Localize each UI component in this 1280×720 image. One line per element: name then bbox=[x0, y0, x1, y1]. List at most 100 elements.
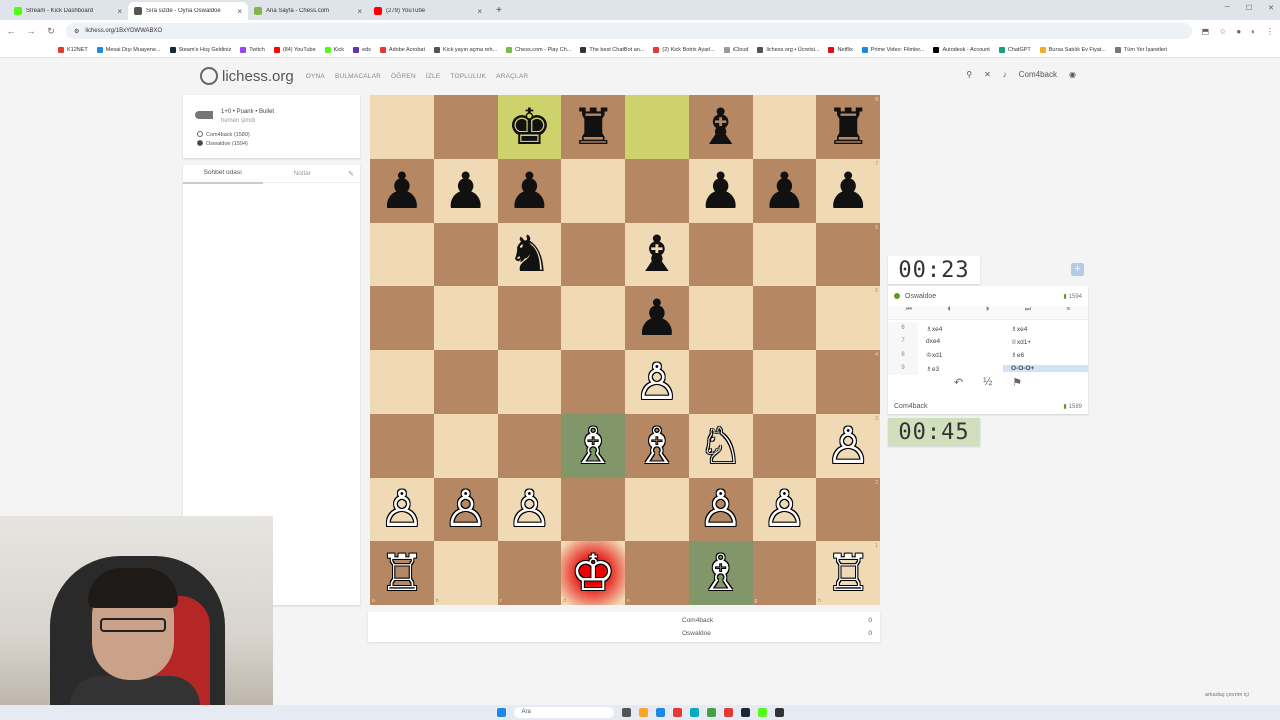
browser-menu-icon[interactable]: ⋮ bbox=[1266, 27, 1274, 36]
url-field[interactable]: ⚙ lichess.org/1BxYDWWABXO bbox=[66, 23, 1192, 39]
square-d5[interactable] bbox=[561, 286, 625, 350]
last-move-icon[interactable]: ⏭ bbox=[1025, 306, 1031, 319]
square-b6[interactable] bbox=[433, 222, 498, 287]
lichess-logo[interactable]: lichess.org bbox=[200, 67, 294, 85]
square-b1[interactable]: b bbox=[433, 541, 498, 605]
opera-icon[interactable] bbox=[723, 708, 733, 717]
resign-flag-icon[interactable]: ⚑ bbox=[1012, 376, 1022, 389]
chrome-icon[interactable] bbox=[672, 708, 682, 717]
black-piece-icon[interactable]: ♝ bbox=[634, 229, 679, 279]
white-player-row[interactable]: Com4back (1589) bbox=[197, 131, 250, 140]
bookmark-star-icon[interactable]: ☆ bbox=[1219, 27, 1226, 36]
square-a3[interactable] bbox=[370, 413, 434, 478]
browser-tab[interactable]: Sıra sizde - Oyna Oswaldoe × bbox=[128, 2, 248, 20]
reload-icon[interactable]: ↻ bbox=[46, 26, 56, 37]
square-b2[interactable]: ♙ bbox=[433, 477, 498, 542]
first-move-icon[interactable]: ⏮ bbox=[906, 306, 912, 319]
black-piece-icon[interactable]: ♚ bbox=[507, 102, 552, 152]
square-c8[interactable]: ♚ bbox=[497, 95, 562, 159]
square-d1[interactable]: ♔ d bbox=[561, 541, 625, 605]
white-move[interactable]: ♗e3 bbox=[918, 365, 1003, 373]
square-d6[interactable] bbox=[561, 222, 625, 287]
square-d8[interactable]: ♜ bbox=[561, 95, 625, 159]
minimize-icon[interactable]: ─ bbox=[1225, 4, 1230, 12]
square-c3[interactable] bbox=[497, 413, 562, 478]
square-h5[interactable]: 5 bbox=[816, 286, 880, 350]
square-a5[interactable] bbox=[370, 286, 434, 350]
bookmark-item[interactable]: eds bbox=[353, 46, 371, 53]
nav-play[interactable]: OYNA bbox=[306, 73, 325, 80]
black-piece-icon[interactable]: ♜ bbox=[826, 102, 871, 152]
task-view-icon[interactable] bbox=[621, 708, 631, 717]
black-piece-icon[interactable]: ♞ bbox=[507, 229, 552, 279]
black-piece-icon[interactable]: ♟ bbox=[443, 166, 488, 216]
site-info-icon[interactable]: ⚙ bbox=[74, 28, 79, 35]
bookmark-item[interactable]: Prime Video: Filmler... bbox=[861, 46, 924, 53]
white-piece-icon[interactable]: ♘ bbox=[698, 421, 743, 471]
square-h3[interactable]: ♙ 3 bbox=[816, 413, 880, 478]
square-e6[interactable]: ♝ bbox=[625, 222, 689, 287]
square-c5[interactable] bbox=[497, 286, 562, 350]
square-e5[interactable]: ♟ bbox=[625, 286, 689, 350]
black-piece-icon[interactable]: ♟ bbox=[698, 166, 743, 216]
opponent-name[interactable]: Oswaldoe bbox=[905, 293, 936, 300]
tab-close-icon[interactable]: × bbox=[477, 7, 482, 16]
white-piece-icon[interactable]: ♙ bbox=[826, 421, 871, 471]
close-window-icon[interactable]: ✕ bbox=[1268, 4, 1274, 12]
square-c2[interactable]: ♙ bbox=[497, 477, 562, 542]
user-avatar-icon[interactable]: ◉ bbox=[1069, 70, 1076, 79]
offer-draw-button[interactable]: ½ bbox=[983, 376, 992, 389]
square-g8[interactable] bbox=[752, 95, 817, 159]
tab-notes[interactable]: Notlar bbox=[263, 165, 343, 183]
add-time-button[interactable]: + bbox=[1071, 263, 1084, 276]
bookmark-item[interactable]: Steam'e Hoş Geldiniz bbox=[169, 46, 231, 53]
browser-tab[interactable]: (279) YouTube × bbox=[368, 2, 488, 20]
square-f8[interactable]: ♝ bbox=[688, 95, 753, 159]
black-move[interactable]: ♕xd1+ bbox=[1003, 338, 1088, 346]
windows-start-icon[interactable] bbox=[496, 708, 506, 717]
tab-chat-room[interactable]: Sohbet odası bbox=[183, 164, 263, 184]
edge-icon[interactable] bbox=[655, 708, 665, 717]
nav-puzzles[interactable]: BULMACALAR bbox=[335, 73, 381, 80]
square-c1[interactable]: c bbox=[497, 541, 562, 605]
bookmark-item[interactable]: Kick yayın açma reh... bbox=[434, 46, 497, 53]
bookmark-item[interactable]: Adobe Acrobat bbox=[379, 46, 425, 53]
square-e7[interactable] bbox=[625, 158, 689, 223]
square-e3[interactable]: ♗ bbox=[625, 413, 689, 478]
white-move[interactable]: ♔xd1 bbox=[918, 351, 1003, 359]
square-b4[interactable] bbox=[433, 350, 498, 414]
square-e4[interactable]: ♙ bbox=[625, 350, 689, 414]
square-g5[interactable] bbox=[752, 286, 817, 350]
white-piece-icon[interactable]: ♗ bbox=[634, 421, 679, 471]
square-d7[interactable] bbox=[561, 158, 625, 223]
black-piece-icon[interactable]: ♝ bbox=[698, 102, 743, 152]
square-d4[interactable] bbox=[561, 350, 625, 414]
prev-move-icon[interactable]: ⏴ bbox=[947, 306, 951, 319]
bookmark-item[interactable]: Autodesk - Account bbox=[933, 46, 990, 53]
maximize-icon[interactable]: ☐ bbox=[1246, 4, 1252, 12]
white-piece-icon[interactable]: ♙ bbox=[507, 484, 552, 534]
square-g6[interactable] bbox=[752, 222, 817, 287]
black-piece-icon[interactable]: ♟ bbox=[507, 166, 552, 216]
browser-tab[interactable]: Stream - Kick Dashboard × bbox=[8, 2, 128, 20]
square-h8[interactable]: ♜ 8 bbox=[816, 95, 880, 159]
steam-icon[interactable] bbox=[740, 708, 750, 717]
square-c6[interactable]: ♞ bbox=[497, 222, 562, 287]
square-a2[interactable]: ♙ bbox=[370, 477, 434, 542]
takeback-icon[interactable]: ↶ bbox=[954, 376, 963, 389]
square-c4[interactable] bbox=[497, 350, 562, 414]
taskbar-search[interactable]: Ara bbox=[513, 707, 614, 718]
notification-bell-icon[interactable]: ♪ bbox=[1003, 70, 1007, 79]
square-f3[interactable]: ♘ bbox=[688, 413, 753, 478]
square-e2[interactable] bbox=[625, 477, 689, 542]
square-f5[interactable] bbox=[688, 286, 753, 350]
black-piece-icon[interactable]: ♟ bbox=[826, 166, 871, 216]
nav-tools[interactable]: ARAÇLAR bbox=[496, 73, 528, 80]
bookmark-item[interactable]: (84) YouTube bbox=[273, 46, 316, 53]
white-piece-icon[interactable]: ♗ bbox=[698, 548, 743, 598]
menu-icon[interactable]: ≡ bbox=[1066, 306, 1070, 319]
square-b7[interactable]: ♟ bbox=[433, 158, 498, 223]
black-move[interactable]: ♗xe4 bbox=[1003, 325, 1088, 333]
square-h2[interactable]: 2 bbox=[816, 477, 880, 542]
bookmark-item[interactable]: The best ChatBot an... bbox=[580, 46, 644, 53]
